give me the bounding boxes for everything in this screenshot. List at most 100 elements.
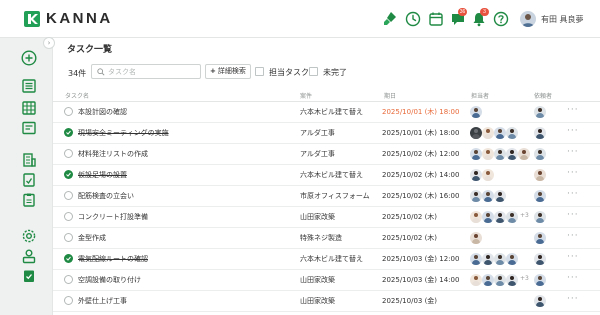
- more-assignees-count[interactable]: +3: [520, 275, 529, 282]
- status-checkbox[interactable]: [64, 233, 73, 242]
- report-icon[interactable]: [21, 172, 37, 188]
- assignee-avatar[interactable]: [470, 148, 482, 160]
- assignee-avatar[interactable]: [494, 253, 506, 265]
- row-menu-icon[interactable]: ···: [567, 252, 579, 262]
- table-row[interactable]: 材料発注リストの作成 アルダ工事 2025/10/02 (木) 12:00 ···: [53, 144, 600, 165]
- requester-avatar[interactable]: [534, 295, 546, 307]
- assignee-avatar[interactable]: [494, 274, 506, 286]
- table-row[interactable]: 本設計図の確認 六本木ビル建て替え 2025/10/01 (木) 18:00 ···: [53, 102, 600, 123]
- sidebar-collapse-button[interactable]: ›: [43, 37, 55, 49]
- assignee-avatar[interactable]: [482, 274, 494, 286]
- task-name[interactable]: 配筋検査の立会い: [78, 191, 134, 201]
- settings-icon[interactable]: [21, 228, 37, 244]
- assignee-avatar[interactable]: [470, 169, 482, 181]
- building-icon[interactable]: [21, 152, 37, 168]
- requester-avatar[interactable]: [534, 148, 546, 160]
- column-header-name[interactable]: タスク名: [65, 91, 89, 100]
- task-project[interactable]: アルダ工事: [300, 149, 335, 159]
- task-name[interactable]: 外壁仕上げ工事: [78, 296, 127, 306]
- table-row[interactable]: コンクリート打設準備 山田家改築 2025/10/02 (木) +3 ···: [53, 207, 600, 228]
- row-menu-icon[interactable]: ···: [567, 273, 579, 283]
- requester-avatar[interactable]: [534, 127, 546, 139]
- add-icon[interactable]: [21, 50, 37, 66]
- requester-avatar[interactable]: [534, 169, 546, 181]
- requester-avatar[interactable]: [534, 253, 546, 265]
- assignee-avatar[interactable]: [494, 148, 506, 160]
- help-icon[interactable]: [493, 11, 509, 27]
- row-menu-icon[interactable]: ···: [567, 147, 579, 157]
- assignee-avatar[interactable]: [494, 127, 506, 139]
- requester-avatar[interactable]: [534, 211, 546, 223]
- task-name[interactable]: 現場安全ミーティングの実施: [78, 128, 169, 138]
- status-checkbox[interactable]: [64, 296, 73, 305]
- grid-icon[interactable]: [21, 100, 37, 116]
- row-menu-icon[interactable]: ···: [567, 231, 579, 241]
- incomplete-filter-checkbox[interactable]: [309, 67, 318, 76]
- user-name[interactable]: 有田 具良夢: [541, 14, 584, 25]
- assignee-avatar[interactable]: [506, 127, 518, 139]
- assignee-avatar[interactable]: [482, 169, 494, 181]
- table-row[interactable]: 空調設備の取り付け 山田家改築 2025/10/03 (金) 14:00 +3 ···: [53, 270, 600, 291]
- completed-check-icon[interactable]: [64, 170, 73, 179]
- assignee-avatar[interactable]: [482, 211, 494, 223]
- completed-check-icon[interactable]: [64, 254, 73, 263]
- assignee-avatar[interactable]: [470, 253, 482, 265]
- incomplete-filter-label[interactable]: 未完了: [323, 67, 347, 78]
- column-header-requester[interactable]: 依頼者: [534, 91, 552, 100]
- task-name[interactable]: 空調設備の取り付け: [78, 275, 141, 285]
- assignee-avatar[interactable]: [518, 148, 530, 160]
- search-input[interactable]: [108, 66, 196, 77]
- assigned-filter-label[interactable]: 担当タスク: [269, 67, 309, 78]
- assignee-avatar[interactable]: [470, 232, 482, 244]
- table-row[interactable]: 外壁仕上げ工事 山田家改築 2025/10/03 (金) ···: [53, 291, 600, 312]
- assignee-avatar[interactable]: [470, 211, 482, 223]
- status-checkbox[interactable]: [64, 191, 73, 200]
- person-icon[interactable]: [21, 248, 37, 264]
- table-row[interactable]: 金型作成 特殊ネジ製造 2025/10/02 (木) ···: [53, 228, 600, 249]
- status-checkbox[interactable]: [64, 149, 73, 158]
- assigned-filter-checkbox[interactable]: [255, 67, 264, 76]
- task-project[interactable]: 六本木ビル建て替え: [300, 107, 363, 117]
- table-row[interactable]: 仮設足場の設置 六本木ビル建て替え 2025/10/02 (木) 14:00 ···: [53, 165, 600, 186]
- assignee-avatar[interactable]: [470, 106, 482, 118]
- status-checkbox[interactable]: [64, 107, 73, 116]
- assignee-avatar[interactable]: [494, 211, 506, 223]
- task-name[interactable]: 金型作成: [78, 233, 106, 243]
- row-menu-icon[interactable]: ···: [567, 126, 579, 136]
- brush-icon[interactable]: [382, 11, 398, 27]
- assignee-avatar[interactable]: [482, 190, 494, 202]
- requester-avatar[interactable]: [534, 274, 546, 286]
- clipboard-icon[interactable]: [21, 268, 37, 284]
- task-project[interactable]: 特殊ネジ製造: [300, 233, 342, 243]
- task-project[interactable]: 六本木ビル建て替え: [300, 170, 363, 180]
- list-icon[interactable]: [21, 78, 37, 94]
- task-project[interactable]: アルダ工事: [300, 128, 335, 138]
- assignee-avatar[interactable]: [506, 148, 518, 160]
- requester-avatar[interactable]: [534, 106, 546, 118]
- requester-avatar[interactable]: [534, 190, 546, 202]
- assignee-avatar[interactable]: [482, 127, 494, 139]
- requester-avatar[interactable]: [534, 232, 546, 244]
- clock-icon[interactable]: [405, 11, 421, 27]
- task-project[interactable]: 山田家改築: [300, 212, 335, 222]
- status-checkbox[interactable]: [64, 212, 73, 221]
- table-row[interactable]: 電気配線ルートの確認 六本木ビル建て替え 2025/10/03 (金) 12:00 ·…: [53, 249, 600, 270]
- assignee-avatar[interactable]: [470, 127, 482, 139]
- assignee-avatar[interactable]: [482, 148, 494, 160]
- assignee-avatar[interactable]: [494, 190, 506, 202]
- task-name[interactable]: 本設計図の確認: [78, 107, 127, 117]
- panel-icon[interactable]: [21, 120, 37, 136]
- column-header-due[interactable]: 期日: [384, 91, 396, 100]
- task-name[interactable]: 仮設足場の設置: [78, 170, 127, 180]
- task-project[interactable]: 六本木ビル建て替え: [300, 254, 363, 264]
- assignee-avatar[interactable]: [506, 211, 518, 223]
- column-header-project[interactable]: 案件: [300, 91, 312, 100]
- calendar-icon[interactable]: [428, 11, 444, 27]
- task-project[interactable]: 山田家改築: [300, 296, 335, 306]
- advanced-search-button[interactable]: + 詳細検索: [205, 64, 251, 79]
- checklist-icon[interactable]: [21, 192, 37, 208]
- status-checkbox[interactable]: [64, 275, 73, 284]
- column-header-assignees[interactable]: 担当者: [471, 91, 489, 100]
- table-row[interactable]: 配筋検査の立会い 市原オフィスフォーム 2025/10/02 (木) 16:00 ··…: [53, 186, 600, 207]
- table-row[interactable]: 現場安全ミーティングの実施 アルダ工事 2025/10/01 (木) 18:00 ··…: [53, 123, 600, 144]
